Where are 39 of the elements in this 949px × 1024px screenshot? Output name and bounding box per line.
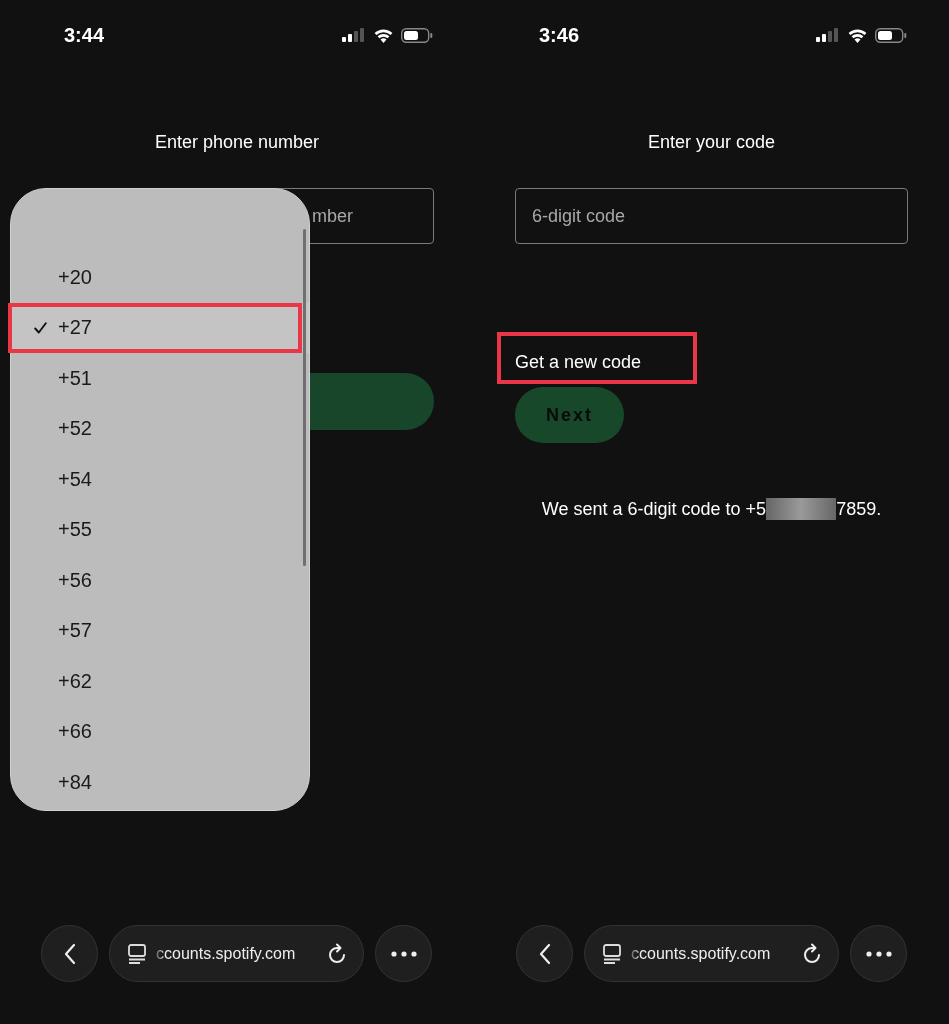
url-text: ccounts.spotify.com (631, 944, 772, 963)
address-bar[interactable]: ccounts.spotify.com (584, 925, 839, 982)
page-icon (128, 943, 146, 964)
clock-time: 3:44 (64, 23, 105, 47)
resend-link[interactable]: Get a new code (515, 351, 642, 373)
menu-item[interactable]: +51 (11, 353, 309, 404)
signal-icon (342, 28, 366, 42)
scrollbar[interactable] (303, 229, 306, 566)
menu-item[interactable]: +62 (11, 656, 309, 707)
back-icon (63, 942, 76, 965)
message-text: We sent a 6-digit code to +5 (541, 498, 767, 520)
menu-item[interactable]: +57 (11, 605, 309, 656)
menu-item[interactable]: +56 (11, 555, 309, 606)
clock-time: 3:46 (539, 23, 580, 47)
wifi-icon (847, 27, 868, 43)
reload-icon[interactable] (802, 942, 822, 965)
more-icon (390, 950, 417, 957)
page-title: Enter your code (646, 132, 777, 152)
signal-icon (816, 28, 840, 42)
address-bar[interactable]: ccounts.spotify.com (109, 925, 364, 982)
code-field[interactable]: 6-digit code (515, 188, 908, 244)
more-icon (865, 950, 892, 957)
page-icon (603, 943, 621, 964)
menu-item[interactable]: +54 (11, 454, 309, 505)
redaction-bar (766, 498, 837, 520)
menu-item[interactable]: +52 (11, 403, 309, 454)
menu-item[interactable]: +55 (11, 504, 309, 555)
menu-item[interactable]: +20 (11, 252, 309, 303)
wifi-icon (373, 27, 394, 43)
url-text: ccounts.spotify.com (156, 944, 297, 963)
menu-item[interactable]: +66 (11, 706, 309, 757)
page-title: Enter phone number (153, 132, 321, 152)
menu-item[interactable]: +84 (11, 757, 309, 808)
back-icon (538, 942, 551, 965)
message-text: 7859. (836, 498, 882, 520)
battery-icon (875, 27, 907, 43)
reload-icon[interactable] (327, 942, 347, 965)
battery-icon (401, 27, 433, 43)
checkmark-icon (34, 321, 47, 334)
